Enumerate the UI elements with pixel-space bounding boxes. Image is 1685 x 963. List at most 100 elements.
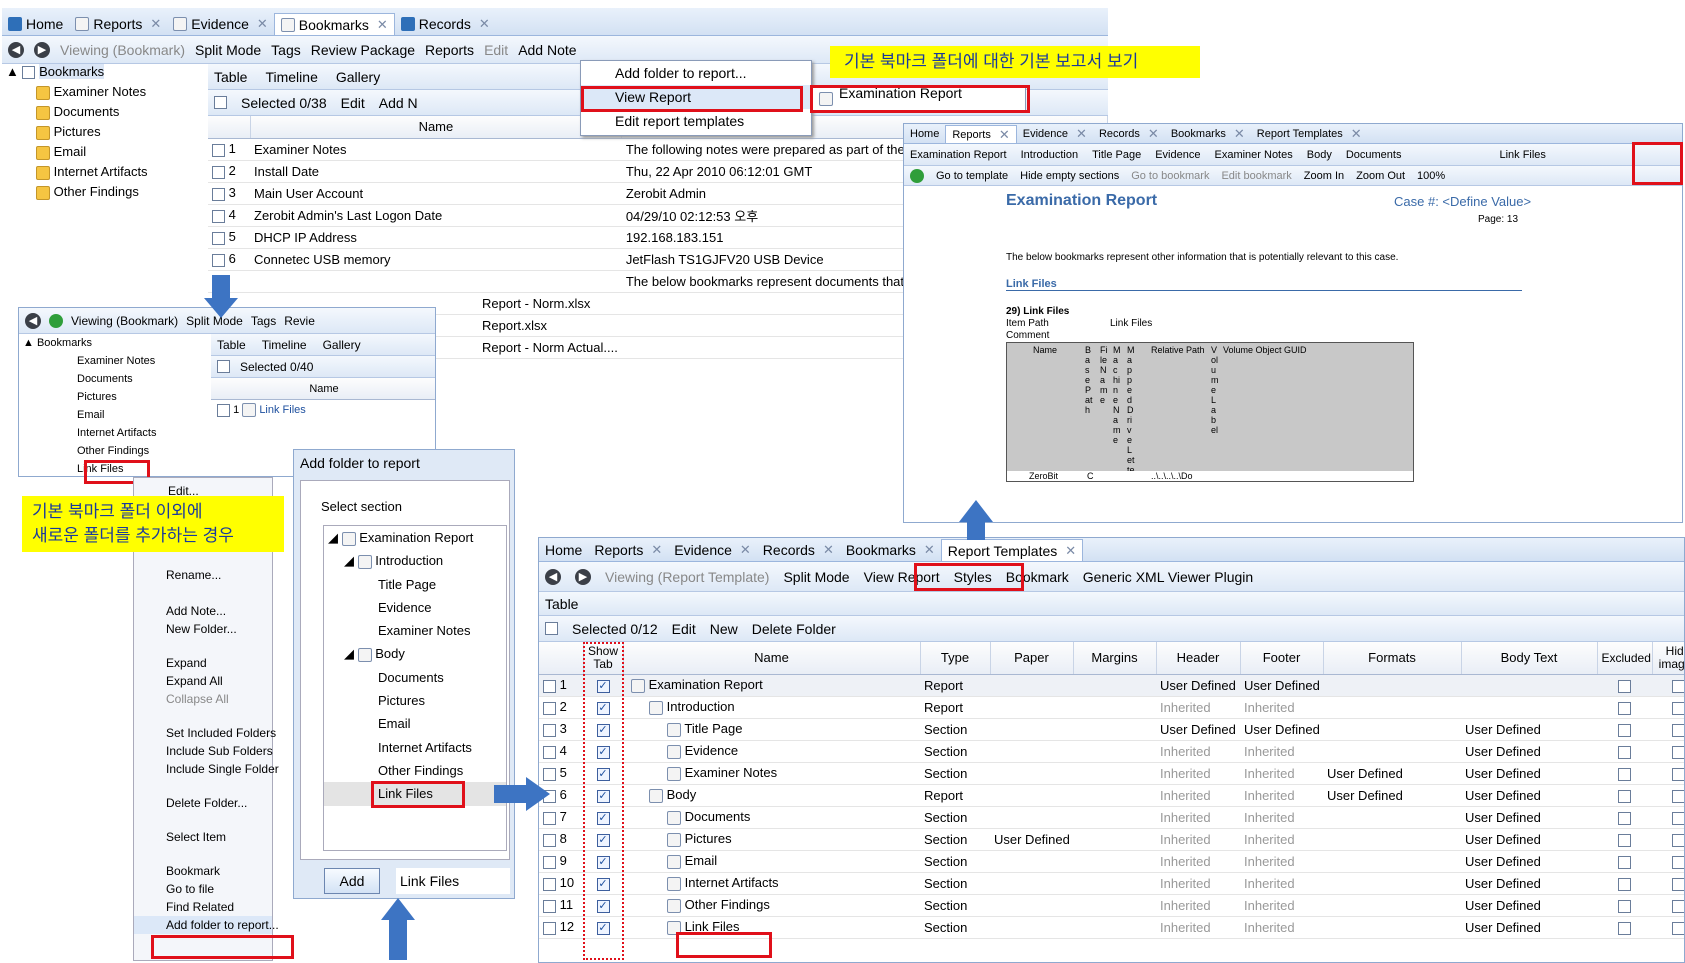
checkbox[interactable] (212, 231, 225, 245)
review-button[interactable]: Revie (284, 314, 315, 328)
tab-reports[interactable]: Reports ✕ (588, 539, 668, 561)
table-row[interactable]: 9 ✓ Email Section Inherited Inherited User De… (539, 850, 1684, 873)
excluded-checkbox[interactable] (1618, 899, 1631, 913)
col-body-text[interactable]: Body Text (1461, 642, 1598, 675)
delete-folder-button[interactable]: Delete Folder (752, 621, 836, 637)
section-tab-examination-report[interactable]: Examination Report (910, 149, 1007, 161)
tree-item[interactable]: ◢ Examination Report (324, 526, 506, 549)
col-name[interactable]: Name (623, 642, 921, 675)
menu-expand[interactable]: Expand (134, 654, 272, 672)
checkbox[interactable] (217, 403, 230, 417)
grid-edit-button[interactable]: Edit (341, 95, 365, 111)
checkbox[interactable] (212, 253, 225, 267)
tab-report-templates[interactable]: Report Templates ✕ (1251, 125, 1368, 143)
tab-home[interactable]: Home (904, 125, 945, 143)
tree-item[interactable]: Documents (324, 666, 506, 689)
tree-item[interactable]: Other Findings (23, 442, 209, 460)
tab-timeline[interactable]: Timeline (262, 338, 307, 352)
tab-records[interactable]: Records ✕ (1093, 125, 1165, 143)
table-row[interactable]: 5 ✓ Examiner Notes Section Inherited Inherit… (539, 762, 1684, 785)
edit-button[interactable]: Edit (672, 621, 696, 637)
select-all-checkbox[interactable] (217, 360, 230, 373)
edit-bookmark-button[interactable]: Edit bookmark (1221, 170, 1291, 182)
table-row[interactable]: 10 ✓ Internet Artifacts Section Inherited In… (539, 872, 1684, 895)
table-row[interactable]: 3 ✓ Title Page Section User Defined User Def… (539, 718, 1684, 741)
tree-item[interactable]: Email (23, 406, 209, 424)
col-name[interactable]: Name (250, 116, 623, 139)
table-row[interactable]: 2 ✓ Introduction Report Inherited Inherited (539, 696, 1684, 719)
tab-home[interactable]: Home (2, 13, 69, 35)
checkbox[interactable] (543, 833, 556, 847)
hide-images-checkbox[interactable] (1671, 723, 1684, 737)
table-row[interactable]: 7 ✓ Documents Section Inherited Inherited Use… (539, 806, 1684, 829)
tab-table[interactable]: Table (545, 596, 578, 612)
menu-find-related[interactable]: Find Related (134, 898, 272, 916)
tree-item[interactable]: Internet Artifacts (6, 162, 206, 182)
tree-item[interactable]: Internet Artifacts (324, 736, 506, 759)
menu-new-folder[interactable]: New Folder... (134, 620, 272, 638)
excluded-checkbox[interactable] (1618, 877, 1631, 891)
menu-add-note[interactable]: Add Note... (134, 602, 272, 620)
menu-go-to-file[interactable]: Go to file (134, 880, 272, 898)
hide-images-checkbox[interactable] (1671, 833, 1684, 847)
forward-icon[interactable] (49, 313, 63, 328)
tab-table[interactable]: Table (217, 338, 246, 352)
viewing-mode[interactable]: Viewing (Bookmark) (71, 314, 178, 328)
tree-root[interactable]: ▲ Bookmarks (23, 334, 209, 352)
split-mode-button[interactable]: Split Mode (195, 42, 261, 58)
xml-viewer-plugin-button[interactable]: Generic XML Viewer Plugin (1083, 569, 1253, 585)
tree-item[interactable]: Examiner Notes (324, 619, 506, 642)
tree-item[interactable]: Examiner Notes (23, 352, 209, 370)
checkbox[interactable] (543, 811, 556, 825)
back-icon[interactable]: ◀ (8, 41, 24, 58)
go-to-template-button[interactable]: Go to template (936, 170, 1008, 182)
col-paper[interactable]: Paper (990, 642, 1074, 675)
tree-item[interactable]: Pictures (324, 689, 506, 712)
checkbox[interactable] (543, 701, 556, 715)
menu-expand-all[interactable]: Expand All (134, 672, 272, 690)
forward-icon[interactable]: ▶ (34, 41, 50, 58)
menu-collapse-all[interactable]: Collapse All (134, 690, 272, 708)
hide-empty-sections-checkbox[interactable]: Hide empty sections (1020, 170, 1119, 182)
add-button[interactable]: Add (324, 868, 380, 894)
col-formats[interactable]: Formats (1323, 642, 1462, 675)
section-tab-link-files[interactable]: Link Files (1499, 149, 1545, 161)
checkbox[interactable] (543, 899, 556, 913)
tree-item[interactable]: Pictures (6, 122, 206, 142)
tab-timeline[interactable]: Timeline (265, 69, 317, 85)
checkbox[interactable] (543, 921, 556, 935)
hide-images-checkbox[interactable] (1671, 679, 1684, 693)
close-icon[interactable]: ✕ (999, 127, 1010, 143)
table-row[interactable]: 4 ✓ Evidence Section Inherited Inherited User… (539, 740, 1684, 763)
col-margins[interactable]: Margins (1073, 642, 1157, 675)
col-hide-images[interactable]: Hide images (1652, 642, 1684, 675)
hide-images-checkbox[interactable] (1671, 789, 1684, 803)
tab-gallery[interactable]: Gallery (336, 69, 380, 85)
section-tab-examiner-notes[interactable]: Examiner Notes (1214, 149, 1292, 161)
col-excluded[interactable]: Excluded (1597, 642, 1653, 675)
close-icon[interactable]: ✕ (377, 17, 388, 33)
select-all-checkbox[interactable] (545, 622, 558, 635)
close-icon[interactable]: ✕ (1234, 126, 1245, 142)
select-all-checkbox[interactable] (214, 96, 227, 109)
menu-select-item[interactable]: Select Item (134, 828, 272, 846)
close-icon[interactable]: ✕ (1065, 543, 1076, 559)
excluded-checkbox[interactable] (1618, 745, 1631, 759)
checkbox[interactable] (543, 723, 556, 737)
table-row[interactable]: 6 ✓ Body Report Inherited Inherited User Defi… (539, 784, 1684, 807)
viewing-mode[interactable]: Viewing (Report Template) (605, 569, 769, 585)
folder-name-field[interactable]: Link Files (396, 868, 510, 894)
review-package-button[interactable]: Review Package (311, 42, 415, 58)
table-row[interactable]: 11 ✓ Other Findings Section Inherited Inheri… (539, 894, 1684, 917)
excluded-checkbox[interactable] (1618, 811, 1631, 825)
add-note-button[interactable]: Add Note (518, 42, 576, 58)
refresh-icon[interactable] (910, 168, 924, 183)
checkbox[interactable] (543, 855, 556, 869)
close-icon[interactable]: ✕ (1148, 126, 1159, 142)
tab-report-templates[interactable]: Report Templates ✕ (940, 539, 1084, 561)
tab-reports[interactable]: Reports ✕ (69, 13, 167, 35)
excluded-checkbox[interactable] (1618, 701, 1631, 715)
zoom-in-button[interactable]: Zoom In (1304, 170, 1344, 182)
hide-images-checkbox[interactable] (1671, 745, 1684, 759)
tree-item[interactable]: Other Findings (6, 182, 206, 202)
